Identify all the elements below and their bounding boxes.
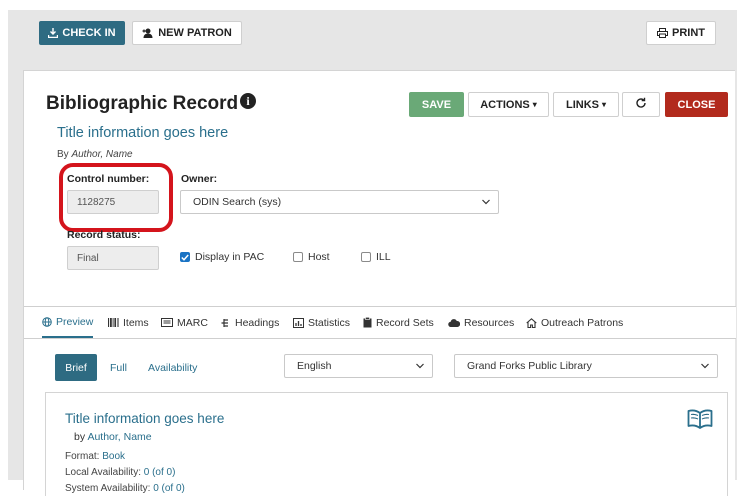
tree-icon — [221, 318, 231, 328]
card-by-prefix: by — [74, 431, 86, 443]
check-in-label: CHECK IN — [62, 27, 116, 39]
record-byline: By Author, Name — [57, 149, 133, 160]
tab-label: Record Sets — [376, 316, 434, 329]
local-availability-row: Local Availability: 0 (of 0) — [65, 467, 175, 478]
close-button[interactable]: CLOSE — [665, 92, 728, 117]
caret-down-icon: ▾ — [532, 100, 537, 109]
tab-statistics[interactable]: Statistics — [293, 307, 350, 338]
tab-label: Items — [123, 316, 149, 329]
actions-button[interactable]: ACTIONS ▾ — [468, 92, 549, 117]
tab-label: Headings — [235, 316, 280, 329]
card-title[interactable]: Title information goes here — [65, 411, 224, 426]
preview-card: Title information goes here by Author, N… — [45, 392, 728, 496]
record-tabs: Preview Items MARC Headings Statistics R… — [24, 306, 736, 339]
tab-label: Preview — [56, 315, 94, 328]
refresh-button[interactable] — [622, 92, 660, 117]
system-availability-value: 0 (of 0) — [153, 483, 185, 494]
chevron-down-icon — [701, 363, 709, 369]
format-row: Format: Book — [65, 451, 125, 462]
display-in-pac-checkbox[interactable]: Display in PAC — [180, 251, 264, 263]
new-patron-label: NEW PATRON — [158, 27, 232, 39]
print-label: PRINT — [672, 27, 705, 39]
caret-down-icon: ▾ — [601, 100, 606, 109]
full-link[interactable]: Full — [110, 362, 127, 374]
card-author-link[interactable]: Author, Name — [87, 431, 151, 443]
add-user-icon — [142, 28, 154, 38]
brief-button[interactable]: Brief — [55, 354, 97, 381]
language-select[interactable]: English — [284, 354, 433, 378]
record-author: Author, Name — [71, 149, 133, 160]
chart-icon — [293, 317, 304, 328]
cloud-icon — [448, 318, 460, 327]
local-availability-value: 0 (of 0) — [143, 467, 176, 478]
links-label: LINKS — [565, 98, 599, 111]
ill-label: ILL — [376, 251, 391, 263]
tab-label: Statistics — [308, 316, 351, 329]
system-availability-label: System Availability: — [65, 483, 151, 494]
new-patron-button[interactable]: NEW PATRON — [132, 21, 242, 45]
tab-items[interactable]: Items — [108, 307, 149, 338]
host-label: Host — [308, 251, 330, 263]
tab-record-sets[interactable]: Record Sets — [363, 307, 434, 338]
host-checkbox[interactable]: Host — [293, 251, 330, 263]
library-value: Grand Forks Public Library — [467, 360, 592, 372]
print-button[interactable]: PRINT — [646, 21, 716, 45]
book-icon — [687, 409, 713, 434]
brief-label: Brief — [65, 361, 87, 374]
clipboard-icon — [363, 317, 372, 328]
tab-outreach-patrons[interactable]: Outreach Patrons — [526, 307, 623, 338]
check-in-button[interactable]: CHECK IN — [39, 21, 125, 45]
list-icon — [161, 318, 173, 327]
record-status-field[interactable]: Final — [67, 246, 159, 270]
record-status-label: Record status: — [67, 229, 141, 241]
library-select[interactable]: Grand Forks Public Library — [454, 354, 718, 378]
language-value: English — [297, 360, 332, 372]
links-button[interactable]: LINKS ▾ — [553, 92, 619, 117]
tab-label: MARC — [177, 316, 208, 329]
checkbox-checked-icon — [180, 252, 190, 262]
record-title: Title information goes here — [57, 125, 229, 141]
ill-checkbox[interactable]: ILL — [361, 251, 391, 263]
actions-label: ACTIONS — [480, 98, 530, 111]
barcode-icon — [108, 318, 119, 327]
download-icon — [48, 28, 59, 38]
system-availability-row: System Availability: 0 (of 0) — [65, 483, 185, 494]
tab-label: Resources — [464, 316, 515, 329]
info-icon[interactable]: i — [240, 93, 256, 109]
close-label: CLOSE — [677, 98, 716, 111]
chevron-down-icon — [482, 199, 490, 205]
format-value: Book — [102, 451, 126, 462]
local-availability-label: Local Availability: — [65, 467, 141, 478]
home-icon — [526, 317, 537, 328]
tab-resources[interactable]: Resources — [448, 307, 514, 338]
tab-label: Outreach Patrons — [541, 316, 624, 329]
owner-select[interactable]: ODIN Search (sys) — [180, 190, 499, 214]
save-label: SAVE — [421, 98, 452, 111]
checkbox-unchecked-icon — [361, 252, 371, 262]
tab-headings[interactable]: Headings — [221, 307, 279, 338]
globe-icon — [42, 316, 52, 327]
tab-marc[interactable]: MARC — [161, 307, 208, 338]
owner-value: ODIN Search (sys) — [193, 196, 282, 208]
printer-icon — [657, 28, 668, 38]
byline-prefix: By — [57, 149, 69, 160]
record-status-value: Final — [77, 252, 99, 264]
app-background: CHECK IN NEW PATRON PRINT Bibliographic … — [8, 10, 737, 496]
card-byline: by Author, Name — [74, 431, 152, 443]
refresh-icon — [635, 97, 647, 112]
tab-preview[interactable]: Preview — [42, 307, 94, 338]
format-label: Format: — [65, 451, 100, 462]
availability-link[interactable]: Availability — [148, 362, 197, 374]
owner-label: Owner: — [181, 173, 218, 185]
display-in-pac-label: Display in PAC — [195, 251, 265, 263]
checkbox-unchecked-icon — [293, 252, 303, 262]
control-number-highlight — [59, 163, 173, 232]
page-title: Bibliographic Record — [46, 93, 239, 114]
save-button[interactable]: SAVE — [409, 92, 464, 117]
record-panel: Bibliographic Record i SAVE ACTIONS ▾ LI… — [23, 70, 736, 496]
chevron-down-icon — [416, 363, 424, 369]
